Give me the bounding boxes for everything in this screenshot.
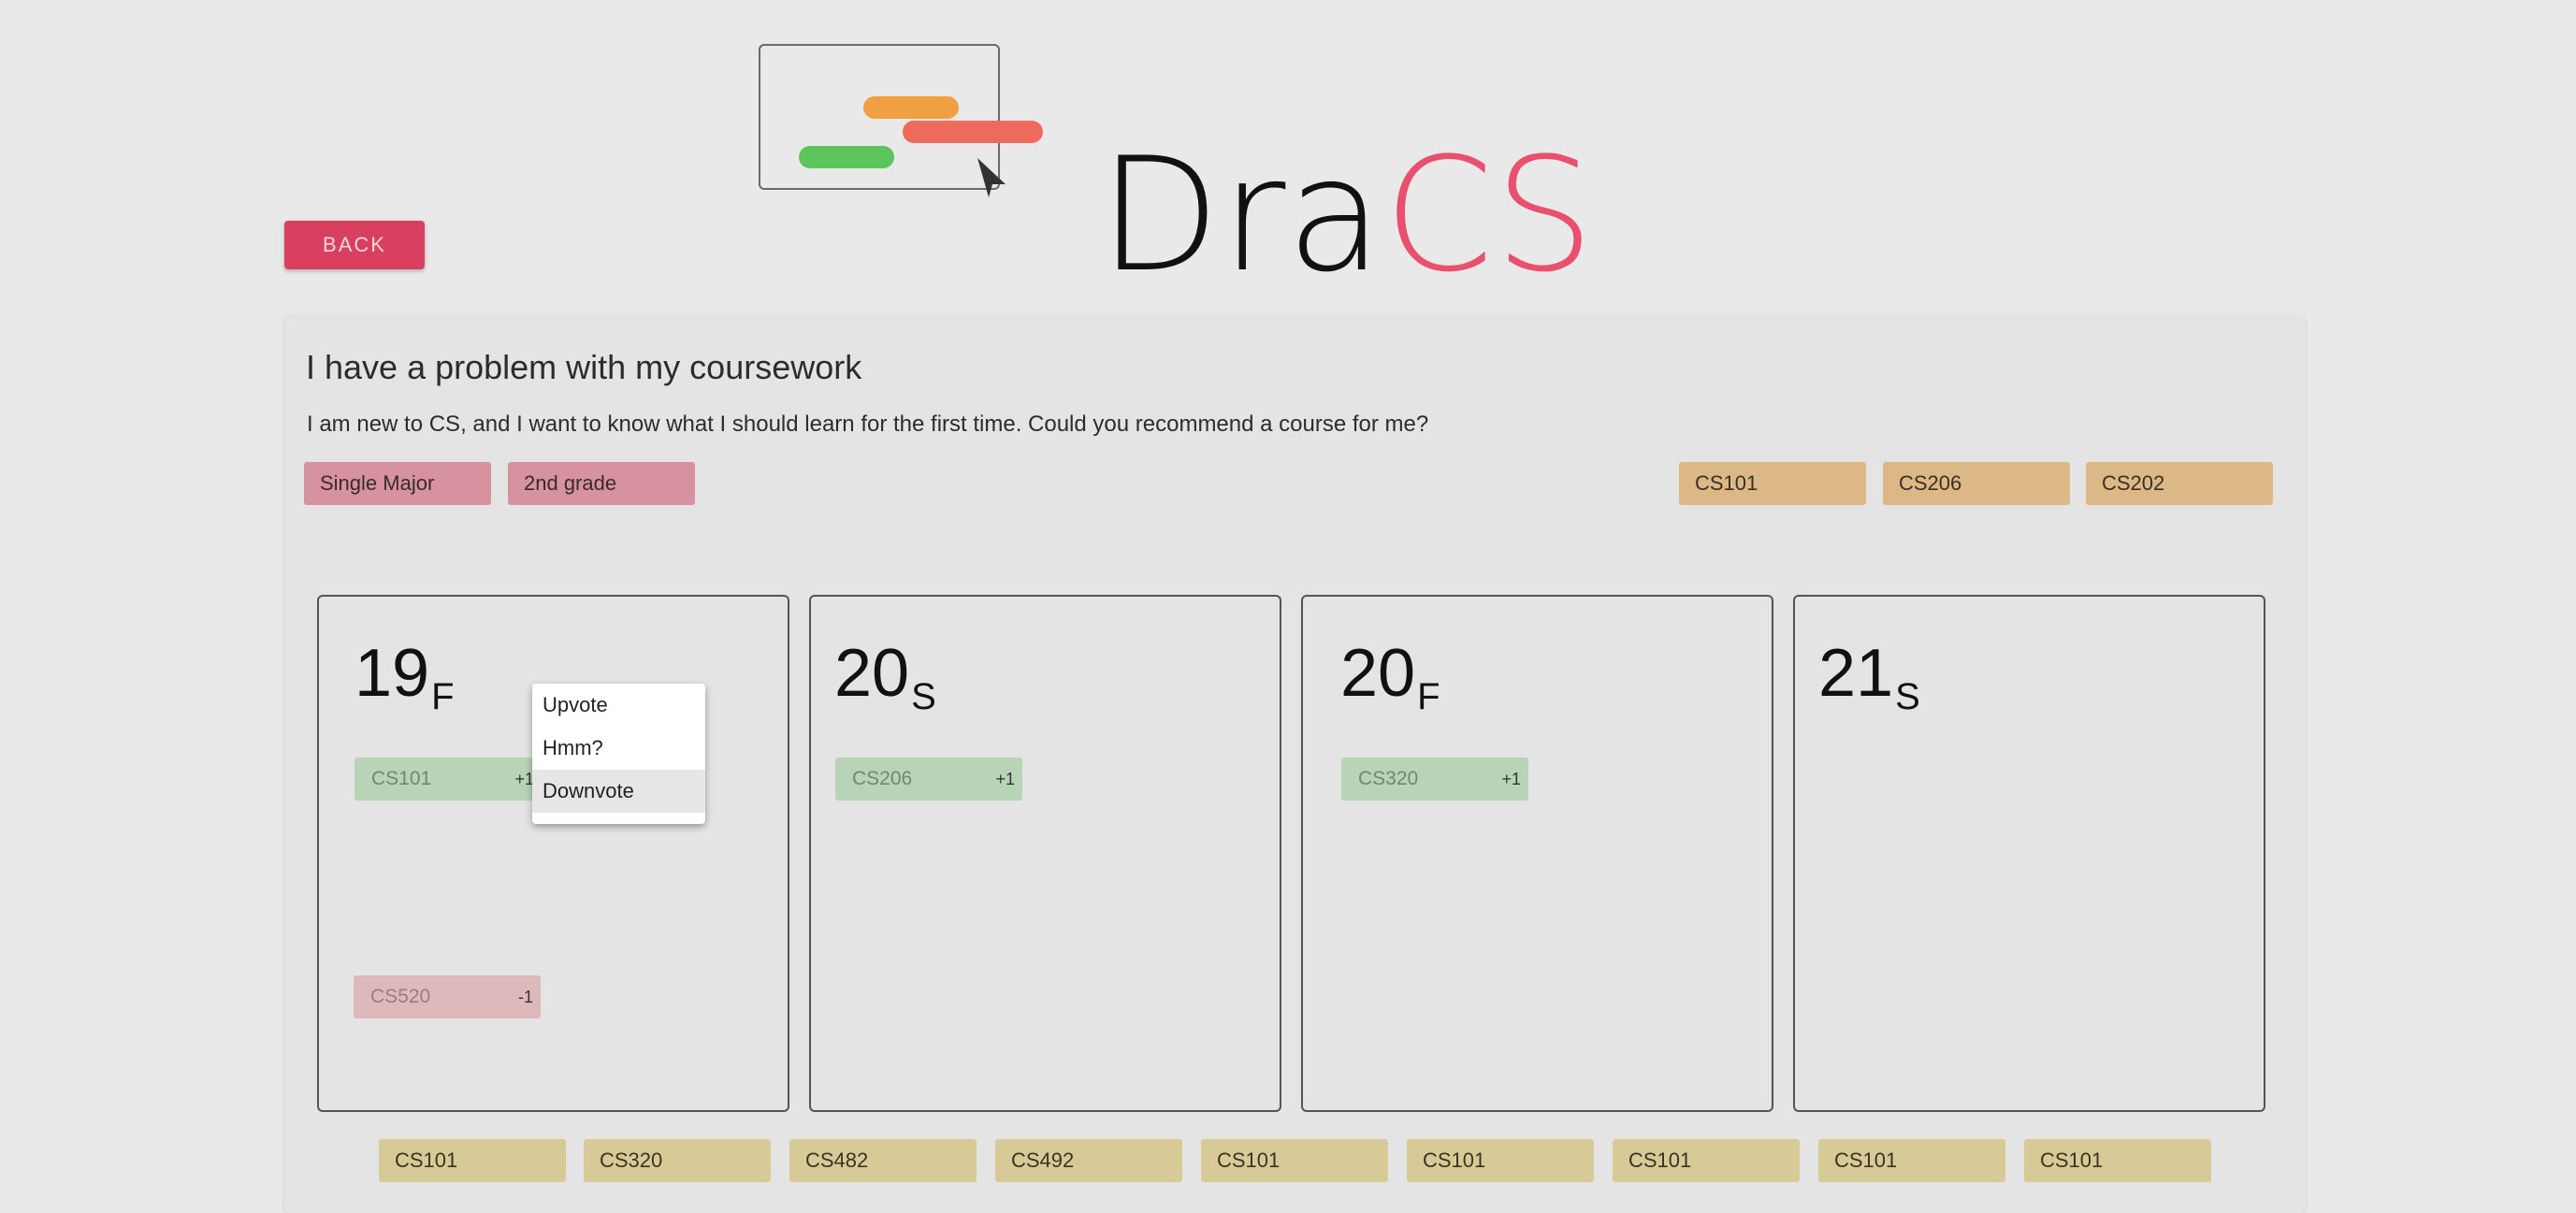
menu-item-hmm[interactable]: Hmm?	[532, 727, 705, 770]
logo-orange-bar	[863, 96, 959, 119]
course-pool-chip[interactable]: CS101	[379, 1139, 566, 1182]
semester-year: 21	[1818, 636, 1894, 711]
course-score: +1	[1501, 770, 1521, 788]
course-code: CS520	[370, 986, 431, 1007]
brand-accent: CS	[1383, 123, 1596, 307]
semester-label: 20F	[1340, 636, 1440, 734]
course-code: CS320	[1358, 768, 1419, 789]
course-score: -1	[517, 988, 533, 1006]
semester-course-downvoted[interactable]: CS520 -1	[354, 975, 541, 1018]
semester-term: F	[431, 676, 455, 717]
logo-red-bar	[903, 121, 1043, 143]
back-button[interactable]: BACK	[284, 221, 425, 269]
course-score: +1	[995, 770, 1015, 788]
course-pool-chip[interactable]: CS492	[995, 1139, 1182, 1182]
semester-label: 20S	[834, 636, 936, 734]
course-pool-chip[interactable]: CS101	[1201, 1139, 1388, 1182]
semester-year: 20	[1340, 636, 1416, 711]
vote-context-menu: Upvote Hmm? Downvote	[532, 684, 705, 824]
semester-label: 21S	[1818, 636, 1920, 734]
menu-item-downvote[interactable]: Downvote	[532, 770, 705, 813]
logo-green-bar	[799, 146, 894, 168]
tag-grade[interactable]: 2nd grade	[508, 462, 695, 505]
semester-term: F	[1417, 676, 1440, 717]
tag-major[interactable]: Single Major	[304, 462, 491, 505]
taken-course-chip[interactable]: CS206	[1883, 462, 2070, 505]
logo-image	[759, 44, 1000, 190]
brand-prefix: Dra	[1099, 123, 1384, 307]
semester-course-upvoted[interactable]: CS101 +1	[355, 758, 542, 801]
course-pool-chip[interactable]: CS101	[1407, 1139, 1594, 1182]
semester-year: 20	[834, 636, 910, 711]
taken-course-chip[interactable]: CS202	[2086, 462, 2273, 505]
course-code: CS206	[852, 768, 913, 789]
brand-title: DraCS	[1099, 131, 1595, 299]
taken-course-chip[interactable]: CS101	[1679, 462, 1866, 505]
course-pool-chip[interactable]: CS320	[584, 1139, 771, 1182]
menu-item-upvote[interactable]: Upvote	[532, 684, 705, 727]
semester-label: 19F	[355, 636, 455, 734]
course-score: +1	[514, 770, 534, 788]
semester-course-upvoted[interactable]: CS206 +1	[835, 758, 1022, 801]
course-pool-chip[interactable]: CS101	[1613, 1139, 1800, 1182]
course-pool-chip[interactable]: CS101	[1818, 1139, 2005, 1182]
semester-year: 19	[355, 636, 430, 711]
semester-term: S	[1895, 676, 1920, 717]
cursor-icon	[977, 158, 1006, 197]
course-code: CS101	[371, 768, 432, 789]
question-title: I have a problem with my coursework	[306, 348, 862, 386]
course-pool-chip[interactable]: CS482	[789, 1139, 977, 1182]
course-pool-chip[interactable]: CS101	[2024, 1139, 2211, 1182]
semester-course-upvoted[interactable]: CS320 +1	[1341, 758, 1528, 801]
question-body: I am new to CS, and I want to know what …	[307, 412, 1429, 437]
semester-term: S	[911, 676, 936, 717]
